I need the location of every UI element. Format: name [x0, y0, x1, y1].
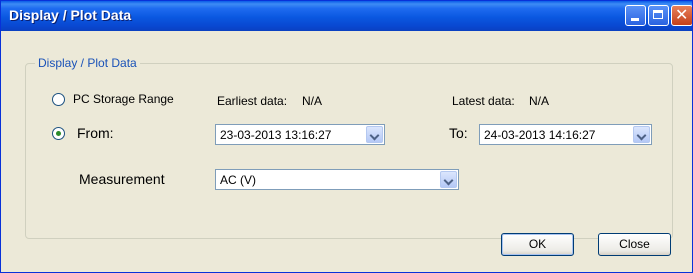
- close-button[interactable]: Close: [598, 233, 671, 256]
- dialog-window: Display / Plot Data ✕ Display / Plot Dat…: [0, 0, 693, 273]
- group-legend: Display / Plot Data: [35, 56, 140, 70]
- measurement-value: AC (V): [220, 173, 256, 187]
- radio-dot: [56, 131, 61, 136]
- pc-storage-radio[interactable]: [52, 93, 65, 106]
- maximize-button[interactable]: [648, 5, 669, 26]
- earliest-data-value: N/A: [302, 94, 323, 108]
- chevron-down-icon[interactable]: [366, 126, 383, 143]
- measurement-label: Measurement: [79, 171, 165, 187]
- earliest-data-label: Earliest data:: [217, 94, 288, 108]
- maximize-icon: [653, 10, 663, 19]
- window-title: Display / Plot Data: [9, 7, 132, 23]
- to-datetime-select[interactable]: 24-03-2013 14:16:27: [479, 124, 652, 145]
- close-icon: ✕: [675, 5, 689, 24]
- close-window-button[interactable]: ✕: [671, 5, 692, 26]
- chevron-down-icon[interactable]: [440, 171, 457, 188]
- from-label[interactable]: From:: [77, 125, 114, 141]
- from-datetime-value: 23-03-2013 13:16:27: [220, 128, 332, 142]
- from-datetime-select[interactable]: 23-03-2013 13:16:27: [215, 124, 385, 145]
- latest-data-value: N/A: [529, 94, 550, 108]
- title-bar[interactable]: Display / Plot Data ✕: [1, 1, 692, 31]
- minimize-icon: [631, 18, 639, 21]
- latest-data-label: Latest data:: [452, 94, 515, 108]
- measurement-select[interactable]: AC (V): [215, 169, 459, 190]
- minimize-button[interactable]: [625, 5, 646, 26]
- to-datetime-value: 24-03-2013 14:16:27: [484, 128, 596, 142]
- to-label: To:: [449, 125, 468, 141]
- display-plot-group: [25, 63, 673, 239]
- chevron-down-icon[interactable]: [633, 126, 650, 143]
- from-radio[interactable]: [52, 127, 65, 140]
- ok-button[interactable]: OK: [501, 233, 574, 256]
- pc-storage-label[interactable]: PC Storage Range: [73, 92, 174, 106]
